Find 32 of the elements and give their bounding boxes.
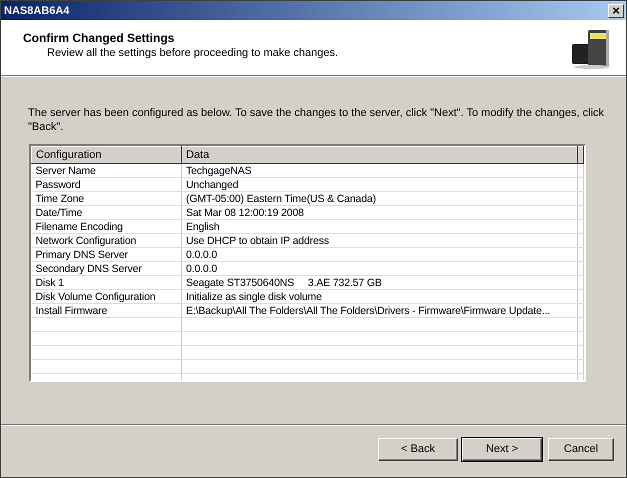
table-cell: Password xyxy=(32,178,182,192)
table-cell: Server Name xyxy=(32,164,182,178)
table-cell: Install Firmware xyxy=(32,304,182,318)
table-cell: (GMT-05:00) Eastern Time(US & Canada) xyxy=(182,192,578,206)
table-cell: Unchanged xyxy=(182,178,578,192)
table-cell: Use DHCP to obtain IP address xyxy=(182,234,578,248)
close-button[interactable]: × xyxy=(608,4,624,18)
instruction-text: The server has been configured as below. To save the changes to the server, click "Next". To modify the changes, click "Back". xyxy=(28,106,606,134)
table-cell: TechgageNAS xyxy=(182,164,578,178)
table-cell: Initialize as single disk volume xyxy=(182,290,578,304)
table-cell: E:\Backup\All The Folders\All The Folders\Drivers - Firmware\Firmware Update... xyxy=(182,304,578,318)
table-cell: Disk Volume Configuration xyxy=(32,290,182,304)
table-cell: Secondary DNS Server xyxy=(32,262,182,276)
table-cell: 0.0.0.0 xyxy=(182,262,578,276)
page-subtitle: Review all the settings before proceeding to make changes. xyxy=(46,47,338,59)
wizard-button[interactable]: < Back xyxy=(378,438,458,460)
table-cell: Filename Encoding xyxy=(32,220,182,234)
column-header[interactable]: Data xyxy=(182,146,578,164)
page-title: Confirm Changed Settings xyxy=(23,31,174,45)
table-cell: Disk 1 xyxy=(32,276,182,290)
table-cell: Primary DNS Server xyxy=(32,248,182,262)
window-title: NAS8AB6A4 xyxy=(4,4,70,16)
wizard-button[interactable]: Next > xyxy=(462,438,542,460)
table-cell: English xyxy=(182,220,578,234)
table-cell: Seagate ST3750640NS 3.AE 732.57 GB xyxy=(182,276,578,290)
column-header[interactable]: Configuration xyxy=(32,146,182,164)
table-cell: 0.0.0.0 xyxy=(182,248,578,262)
table-cell: Date/Time xyxy=(32,206,182,220)
table-cell: Network Configuration xyxy=(32,234,182,248)
table-cell: Sat Mar 08 12:00:19 2008 xyxy=(182,206,578,220)
wizard-button[interactable]: Cancel xyxy=(548,438,614,460)
table-cell: Time Zone xyxy=(32,192,182,206)
